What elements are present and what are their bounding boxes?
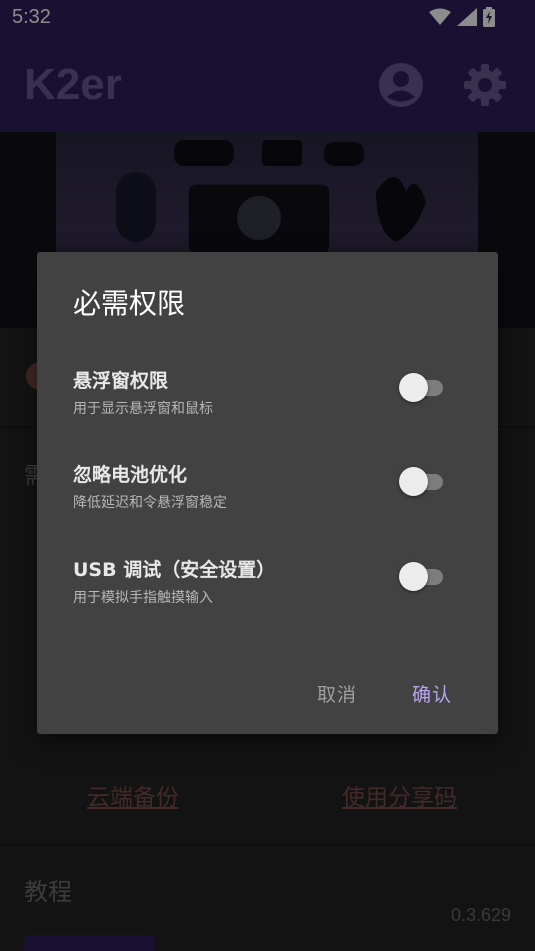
permission-title: 悬浮窗权限 — [73, 370, 169, 392]
switch-thumb — [399, 373, 428, 402]
permission-title: USB 调试（安全设置） — [73, 559, 276, 581]
confirm-button[interactable]: 确认 — [412, 680, 452, 707]
usb-debugging-switch[interactable] — [399, 561, 449, 591]
permission-description: 用于显示悬浮窗和鼠标 — [73, 401, 213, 417]
permission-title: 忽略电池优化 — [73, 464, 188, 486]
permission-description: 用于模拟手指触摸输入 — [73, 590, 213, 606]
overlay-permission-switch[interactable] — [399, 372, 449, 402]
permission-row-battery[interactable]: 忽略电池优化 降低延迟和令悬浮窗稳定 — [73, 460, 463, 530]
switch-thumb — [399, 562, 428, 591]
permission-row-overlay[interactable]: 悬浮窗权限 用于显示悬浮窗和鼠标 — [73, 366, 463, 436]
cancel-button[interactable]: 取消 — [317, 680, 357, 707]
permissions-dialog: 必需权限 悬浮窗权限 用于显示悬浮窗和鼠标 忽略电池优化 降低延迟和令悬浮窗稳定… — [37, 252, 498, 734]
switch-thumb — [399, 467, 428, 496]
permission-row-usb-debugging[interactable]: USB 调试（安全设置） 用于模拟手指触摸输入 — [73, 555, 463, 625]
dialog-title: 必需权限 — [73, 287, 186, 320]
battery-optimization-switch[interactable] — [399, 466, 449, 496]
permission-description: 降低延迟和令悬浮窗稳定 — [73, 495, 227, 511]
